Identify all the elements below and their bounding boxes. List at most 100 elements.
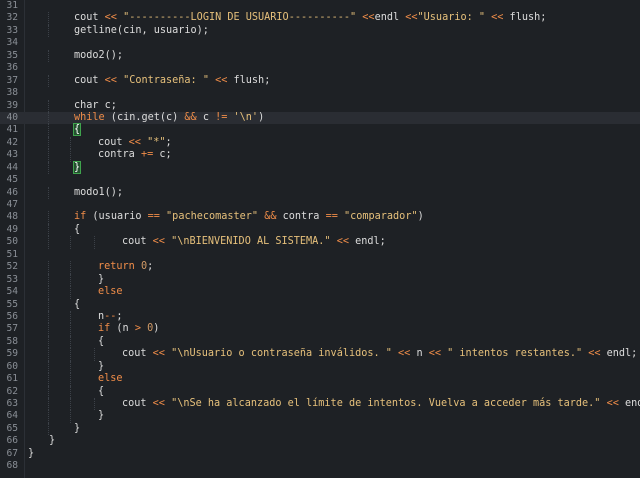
- indent-guide: [70, 261, 71, 274]
- line-number: 63: [6, 398, 18, 409]
- code-token: <<: [398, 348, 411, 360]
- code-token: cout: [74, 74, 105, 86]
- code-line[interactable]: 66}: [0, 435, 640, 447]
- line-number: 68: [6, 460, 18, 472]
- code-token: ==: [147, 211, 160, 223]
- code-token: ): [153, 323, 160, 335]
- code-text: else: [98, 373, 123, 385]
- indent-guide: [70, 310, 71, 324]
- code-token: ;: [165, 136, 172, 148]
- code-token: }: [49, 435, 56, 447]
- code-token: ;: [147, 261, 154, 273]
- code-token: }: [98, 410, 105, 422]
- code-text: contra += c;: [98, 149, 172, 161]
- code-line[interactable]: 48 if (usuario == "pachecomaster" && cont…: [0, 211, 640, 224]
- code-text: {: [74, 299, 80, 311]
- code-line[interactable]: 68: [0, 460, 640, 472]
- code-token: <<: [405, 12, 418, 24]
- code-line[interactable]: 55 {: [0, 298, 640, 311]
- code-line[interactable]: 33 getline(cin, usuario);: [0, 24, 640, 38]
- code-line[interactable]: 41 {: [0, 123, 640, 137]
- code-token: flush;: [503, 12, 547, 24]
- code-text: cout << "\nUsuario o contraseña inválido…: [122, 348, 637, 360]
- code-line[interactable]: 40 while (cin.get(c) && c != '\n'): [0, 111, 640, 125]
- line-number: 44: [6, 161, 18, 173]
- code-token: modo2();: [74, 49, 124, 61]
- indent-guide: [48, 124, 49, 137]
- code-token: modo1();: [74, 186, 124, 198]
- code-line[interactable]: 62 {: [0, 385, 640, 398]
- code-token: <<: [152, 236, 165, 248]
- code-token: cout: [122, 236, 153, 248]
- code-line[interactable]: 51: [0, 249, 640, 261]
- code-line[interactable]: 32 cout << "----------LOGIN DE USUARIO---…: [0, 12, 640, 25]
- code-line[interactable]: 52 return 0;: [0, 261, 640, 274]
- code-line[interactable]: 59 cout << "\nUsuario o contraseña inváli…: [0, 348, 640, 361]
- code-line[interactable]: 44}: [0, 160, 640, 175]
- indent-guide: [70, 373, 71, 386]
- code-token: endl;: [600, 348, 638, 360]
- code-line[interactable]: 35 modo2();: [0, 49, 640, 63]
- code-token: {: [74, 223, 81, 235]
- code-token: cout: [98, 136, 129, 148]
- code-token: "Contraseña: ": [116, 74, 209, 86]
- indent-guide: [70, 273, 71, 287]
- line-number: 41: [6, 124, 18, 136]
- line-number: 37: [6, 74, 18, 86]
- code-line[interactable]: 37 cout << "Contraseña: " << flush;: [0, 74, 640, 88]
- code-token: "\nUsuario o contraseña inválidos. ": [171, 348, 392, 360]
- code-line[interactable]: 45: [0, 174, 640, 186]
- line-number: 32: [6, 12, 18, 24]
- code-token: ==: [325, 211, 338, 223]
- indent-guide: [48, 373, 49, 386]
- code-line[interactable]: 34: [0, 37, 640, 49]
- indent-guide: [48, 360, 49, 374]
- code-line[interactable]: 57 if (n > 0): [0, 323, 640, 336]
- indent-guide: [48, 24, 49, 38]
- code-token: <<: [104, 12, 117, 24]
- indent-guide: [48, 410, 49, 423]
- line-number: 31: [6, 0, 18, 11]
- code-line[interactable]: 58 {: [0, 335, 640, 349]
- code-token: "\nSe ha alcanzado el límite de intentos…: [171, 398, 601, 409]
- code-line[interactable]: 42 cout << "*";: [0, 136, 640, 150]
- line-number: 34: [6, 37, 18, 49]
- code-line[interactable]: 64}: [0, 410, 640, 423]
- code-editor[interactable]: 31 32 cout << "----------LOGIN DE USUARIO-…: [0, 0, 640, 478]
- indent-guide: [70, 348, 71, 361]
- code-line[interactable]: 63 cout << "\nSe ha alcanzado el límite d…: [0, 398, 640, 411]
- line-number: 50: [6, 236, 18, 248]
- code-token: <<: [152, 348, 165, 360]
- indent-guide: [70, 335, 71, 349]
- indent-guide: [94, 398, 95, 411]
- code-token: &&: [184, 111, 197, 123]
- code-line[interactable]: 65}: [0, 422, 640, 436]
- matched-brace: {: [72, 123, 82, 137]
- code-token: }: [74, 422, 81, 434]
- code-token: return: [98, 261, 135, 273]
- code-token: "Usuario: ": [417, 12, 485, 24]
- code-line[interactable]: 38: [0, 87, 640, 99]
- code-line[interactable]: 39 char c;: [0, 99, 640, 112]
- code-line[interactable]: 36: [0, 62, 640, 74]
- code-line[interactable]: 49 {: [0, 223, 640, 237]
- code-line[interactable]: 46 modo1();: [0, 186, 640, 199]
- code-token: endl;: [348, 236, 386, 248]
- indent-guide: [48, 348, 49, 361]
- code-line[interactable]: 61 else: [0, 373, 640, 386]
- code-token: <<: [428, 348, 442, 360]
- code-line[interactable]: 31: [0, 0, 640, 12]
- code-line[interactable]: 54 else: [0, 286, 640, 299]
- indent-guide: [70, 236, 71, 249]
- code-line[interactable]: 67}: [0, 448, 640, 460]
- code-line[interactable]: 43 contra += c;: [0, 149, 640, 162]
- line-number: 61: [6, 373, 18, 385]
- code-line[interactable]: 60}: [0, 360, 640, 374]
- code-token: n: [410, 348, 429, 360]
- code-token: "*": [147, 136, 166, 148]
- code-line[interactable]: 56 n--;: [0, 310, 640, 324]
- code-line[interactable]: 47: [0, 199, 640, 211]
- code-text: modo2();: [74, 50, 123, 62]
- code-line[interactable]: 50 cout << "\nBIENVENIDO AL SISTEMA." << …: [0, 236, 640, 249]
- code-line[interactable]: 53}: [0, 273, 640, 287]
